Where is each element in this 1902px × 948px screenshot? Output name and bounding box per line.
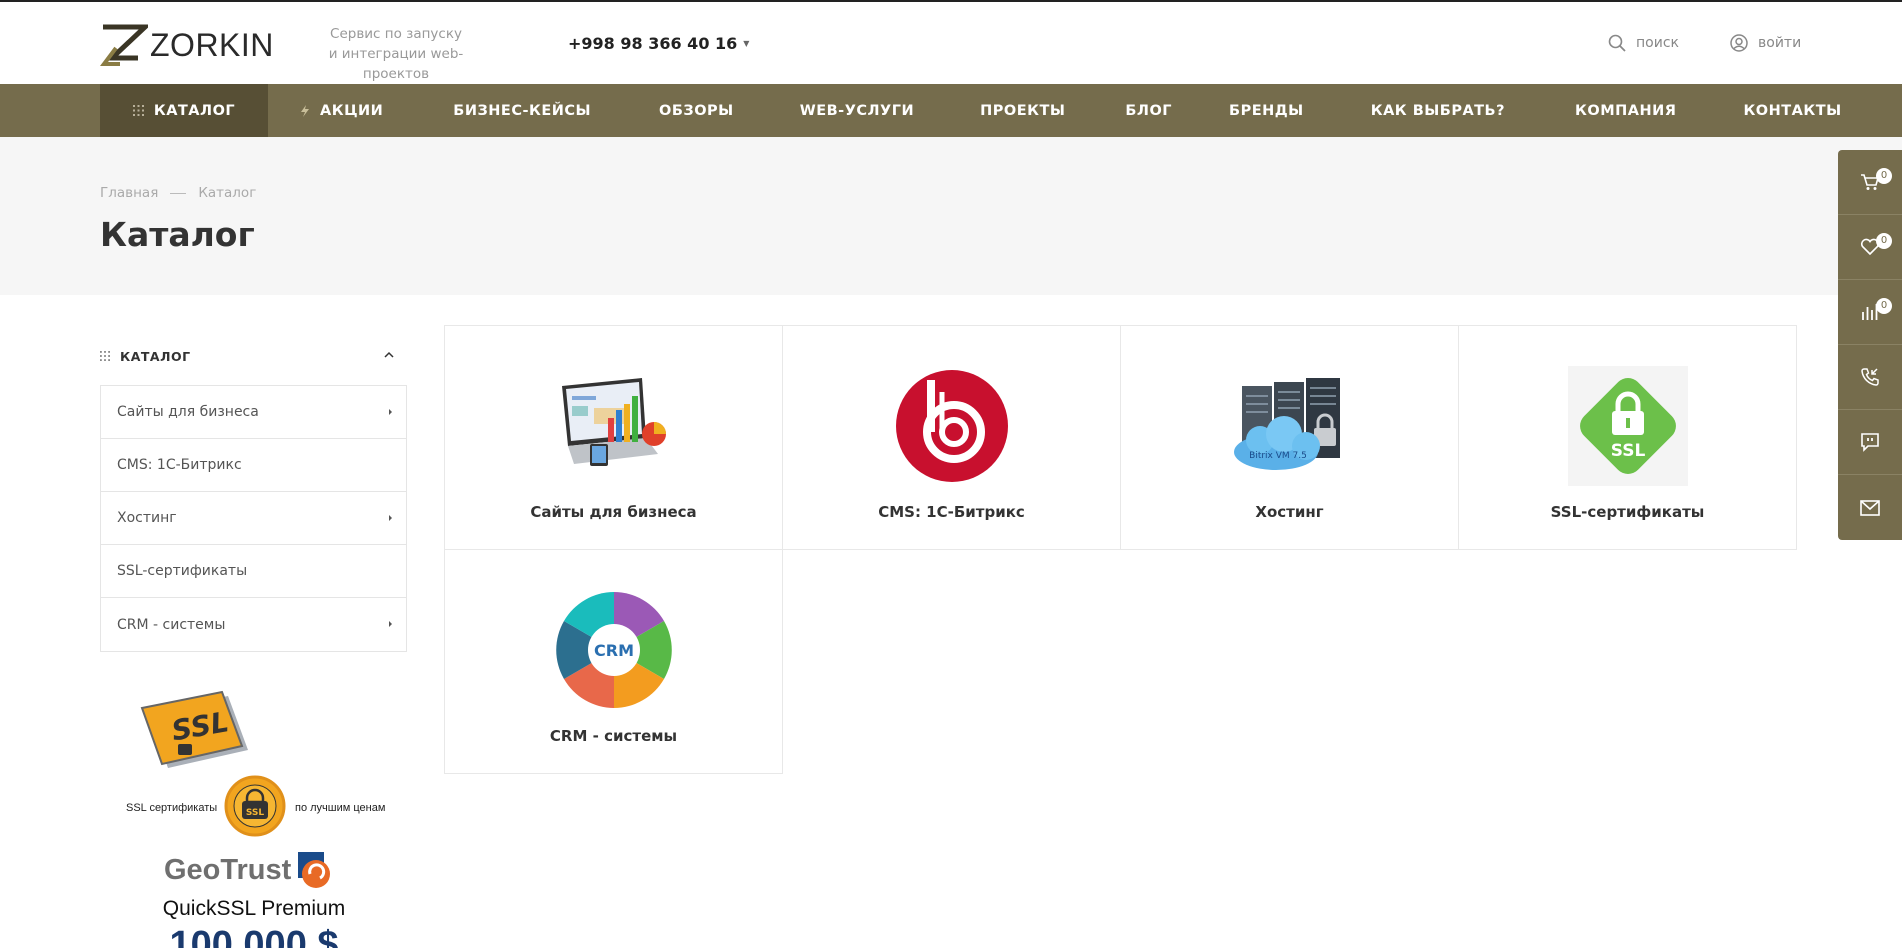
cart-count-badge: 0 (1876, 168, 1892, 184)
login-button[interactable]: войти (1730, 34, 1801, 52)
catalog-section-card[interactable]: CMS: 1С-Битрикс (782, 325, 1121, 550)
bitrix-logo-icon (896, 370, 1008, 482)
submenu-arrow-icon (389, 515, 392, 521)
catalog-section-name: CMS: 1С-Битрикс (878, 503, 1025, 521)
catalog-section-card[interactable]: CRM CRM - системы (444, 549, 783, 774)
sidebar-item-label: Хостинг (117, 510, 177, 526)
svg-text:Bitrix VM 7.5: Bitrix VM 7.5 (1249, 451, 1307, 461)
sidebar-item-label: CRM - системы (117, 616, 226, 633)
search-label: поиск (1636, 35, 1679, 51)
svg-text:по лучшим ценам: по лучшим ценам (295, 802, 385, 814)
sidebar-item-ssl[interactable]: SSL-сертификаты (101, 545, 406, 598)
phone-dropdown[interactable]: +998 98 366 40 16 ▼ (568, 34, 749, 53)
svg-text:SSL: SSL (246, 808, 265, 818)
callback-button[interactable] (1838, 345, 1902, 410)
floating-action-panel: 0 0 0 (1838, 150, 1902, 540)
login-label: войти (1758, 35, 1802, 51)
svg-text:QuickSSL Premium: QuickSSL Premium (163, 897, 345, 920)
nav-item-brands[interactable]: БРЕНДЫ (1229, 84, 1304, 137)
submenu-arrow-icon (389, 621, 392, 627)
catalog-section-name: Сайты для бизнеса (530, 503, 697, 521)
caret-down-icon: ▼ (743, 39, 750, 48)
svg-text:SSL: SSL (1611, 441, 1646, 461)
lightning-icon (301, 104, 309, 117)
svg-text:CRM: CRM (594, 641, 634, 660)
nav-item-contacts[interactable]: КОНТАКТЫ (1743, 84, 1841, 137)
catalog-sections-grid: Сайты для бизнеса CMS: 1С-Битрикс Bitrix… (444, 325, 1798, 774)
logo-text: ZORKIN (150, 26, 274, 63)
sidebar-item-label: CMS: 1С-Битрикс (117, 457, 242, 473)
catalog-section-card[interactable]: Bitrix VM 7.5 Хостинг (1120, 325, 1459, 550)
catalog-section-name: Хостинг (1255, 503, 1324, 521)
grid-icon (132, 105, 144, 116)
breadcrumb-current: Каталог (198, 185, 257, 201)
nav-item-promotions[interactable]: АКЦИИ (300, 84, 383, 137)
site-header: ZORKIN Сервис по запуску и интеграции we… (0, 2, 1902, 84)
chat-icon (1861, 433, 1879, 452)
laptop-charts-icon (562, 378, 666, 466)
favorites-count-badge: 0 (1876, 233, 1892, 249)
slogan-line-1: Сервис по запуску (330, 26, 462, 42)
svg-text:100 000 $: 100 000 $ (169, 924, 338, 948)
nav-item-company[interactable]: КОМПАНИЯ (1575, 84, 1676, 137)
cart-button[interactable]: 0 (1838, 150, 1902, 215)
search-button[interactable]: поиск (1608, 34, 1679, 52)
nav-item-business-cases[interactable]: БИЗНЕС-КЕЙСЫ (453, 84, 591, 137)
catalog-section-name: SSL-сертификаты (1550, 503, 1705, 521)
sidebar-item-cms-bitrix[interactable]: CMS: 1С-Битрикс (101, 439, 406, 492)
sidebar-title: КАТАЛОГ (120, 348, 191, 364)
page-header: Главная Каталог Каталог (0, 137, 1902, 295)
nav-item-reviews[interactable]: ОБЗОРЫ (659, 84, 734, 137)
sidebar-item-hosting[interactable]: Хостинг (101, 492, 406, 545)
nav-item-blog[interactable]: БЛОГ (1125, 84, 1172, 137)
page-title: Каталог (100, 215, 255, 254)
slogan-line-2: и интеграции web-проектов (328, 46, 464, 82)
nav-item-projects[interactable]: ПРОЕКТЫ (980, 84, 1065, 137)
submenu-arrow-icon (389, 409, 392, 415)
catalog-section-card[interactable]: Сайты для бизнеса (444, 325, 783, 550)
sidebar-menu: Сайты для бизнеса CMS: 1С-Битрикс Хостин… (100, 385, 407, 652)
nav-item-catalog[interactable]: КАТАЛОГ (100, 84, 268, 137)
crm-cycle-icon: CRM (556, 592, 672, 708)
main-navigation: КАТАЛОГ АКЦИИ БИЗНЕС-КЕЙСЫ ОБЗОРЫ WEB-УС… (0, 84, 1902, 137)
breadcrumb-home-link[interactable]: Главная (100, 185, 158, 201)
svg-text:GeoTrust: GeoTrust (164, 854, 292, 886)
nav-label: КАТАЛОГ (153, 102, 236, 119)
phone-number: +998 98 366 40 16 (568, 34, 738, 53)
breadcrumb-separator (170, 192, 187, 194)
user-icon (1730, 34, 1748, 52)
sidebar-catalog-toggle[interactable]: КАТАЛОГ (100, 338, 406, 374)
compare-count-badge: 0 (1876, 298, 1892, 314)
compare-button[interactable]: 0 (1838, 280, 1902, 345)
catalog-section-name: CRM - системы (549, 727, 678, 745)
search-icon (1608, 34, 1626, 52)
favorites-button[interactable]: 0 (1838, 215, 1902, 280)
ssl-promo-banner[interactable]: SSL SSL сертификаты SSL по лучшим ценам … (118, 682, 390, 948)
envelope-icon (1860, 499, 1880, 516)
breadcrumb: Главная Каталог (100, 185, 256, 201)
sidebar-item-business-sites[interactable]: Сайты для бизнеса (101, 386, 406, 439)
grid-icon (100, 351, 110, 361)
chevron-up-icon (384, 351, 394, 358)
logo[interactable]: ZORKIN (100, 24, 274, 66)
nav-item-how-to-choose[interactable]: КАК ВЫБРАТЬ? (1371, 84, 1505, 137)
nav-label: АКЦИИ (320, 102, 384, 119)
server-cloud-icon: Bitrix VM 7.5 (1234, 378, 1340, 470)
phone-callback-icon (1861, 368, 1879, 386)
sidebar-item-crm[interactable]: CRM - системы (101, 598, 406, 651)
ssl-lock-icon: SSL (1568, 366, 1688, 486)
email-button[interactable] (1838, 475, 1902, 540)
nav-item-web-services[interactable]: WEB-УСЛУГИ (800, 84, 914, 137)
ssl-banner-graphic: SSL SSL сертификаты SSL по лучшим ценам … (126, 690, 385, 948)
logo-mark-icon (100, 24, 148, 66)
sidebar-item-label: Сайты для бизнеса (117, 404, 259, 420)
catalog-section-card[interactable]: SSL SSL-сертификаты (1458, 325, 1797, 550)
chat-button[interactable] (1838, 410, 1902, 475)
sidebar-item-label: SSL-сертификаты (117, 563, 248, 579)
svg-text:SSL сертификаты: SSL сертификаты (126, 802, 217, 814)
site-slogan: Сервис по запуску и интеграции web-проек… (298, 24, 494, 84)
